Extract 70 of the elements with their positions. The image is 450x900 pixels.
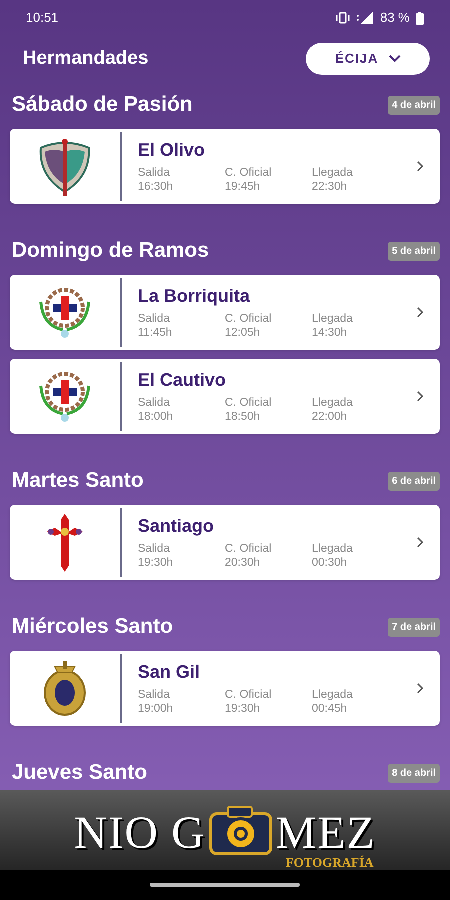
procession-card[interactable]: La Borriquita Salida 11:45h C. Oficial 12:05h Llegada 14:30h (10, 275, 440, 350)
time-label: Salida (138, 688, 171, 702)
time-label: Llegada (312, 312, 354, 326)
time-label: C. Oficial (225, 312, 273, 326)
time-value: 11:45h (138, 326, 174, 340)
vibrate-icon (336, 12, 350, 24)
time-label: Llegada (312, 396, 354, 410)
date-badge: 6 de abril (388, 472, 440, 490)
time-value: 18:50h (225, 410, 262, 424)
time-value: 00:45h (312, 702, 348, 716)
time-label: Salida (138, 542, 171, 556)
time-value: 22:00h (312, 410, 348, 424)
procession-name: El Olivo (138, 139, 206, 161)
procession-card[interactable]: El Olivo Salida 16:30h C. Oficial 19:45h Llegada 22:30h (10, 129, 440, 204)
chevron-right-icon (417, 391, 424, 402)
battery-icon (416, 12, 424, 24)
time-value: 19:45h (225, 180, 262, 194)
time-label: Llegada (312, 542, 354, 556)
time-label: C. Oficial (225, 396, 273, 410)
time-value: 12:05h (225, 326, 262, 340)
procession-card[interactable]: Santiago Salida 19:30h C. Oficial 20:30h Llegada 00:30h (10, 505, 440, 580)
procession-name: San Gil (138, 661, 202, 683)
home-indicator[interactable] (150, 883, 300, 887)
crest-icon (42, 658, 88, 718)
time-label: Llegada (312, 688, 354, 702)
camera-icon (208, 804, 274, 856)
chevron-down-icon (388, 55, 401, 63)
procession-name: El Cautivo (138, 369, 228, 391)
time-value: 19:30h (138, 556, 174, 570)
banner-subtitle: FOTOGRAFÍA (286, 854, 374, 872)
time-value: 19:00h (138, 702, 174, 716)
time-value: 14:30h (312, 326, 348, 340)
date-badge: 7 de abril (388, 618, 440, 636)
battery-percent: 83 % (380, 9, 410, 28)
procession-card[interactable]: El Cautivo Salida 18:00h C. Oficial 18:50h Llegada 22:00h (10, 359, 440, 434)
banner-text: MEZ (276, 810, 376, 856)
procession-name: La Borriquita (138, 285, 252, 307)
time-value: 22:30h (312, 180, 348, 194)
day-heading: Domingo de Ramos (12, 238, 210, 264)
time-label: Llegada (312, 166, 354, 180)
day-heading: Sábado de Pasión (12, 92, 193, 118)
chevron-right-icon (417, 683, 424, 694)
time-label: Salida (138, 396, 171, 410)
procession-name: Santiago (138, 515, 216, 537)
time-value: 19:30h (225, 702, 262, 716)
date-badge: 4 de abril (388, 96, 440, 114)
day-heading: Martes Santo (12, 468, 144, 494)
day-heading: Jueves Santo (12, 760, 148, 786)
time-value: 18:00h (138, 410, 174, 424)
procession-card[interactable]: San Gil Salida 19:00h C. Oficial 19:30h Llegada 00:45h (10, 651, 440, 726)
time-value: 00:30h (312, 556, 348, 570)
city-dropdown[interactable]: ÉCIJA (306, 43, 430, 75)
time-label: C. Oficial (225, 542, 273, 556)
clock: 10:51 (26, 9, 59, 28)
chevron-right-icon (417, 307, 424, 318)
banner-text: NIO G (74, 810, 206, 856)
ad-banner[interactable]: NIO G MEZ FOTOGRAFÍA (0, 790, 450, 870)
time-label: C. Oficial (225, 688, 273, 702)
time-label: Salida (138, 166, 171, 180)
time-value: 16:30h (138, 180, 174, 194)
page-title: Hermandades (23, 46, 149, 71)
date-badge: 8 de abril (388, 764, 440, 782)
chevron-right-icon (417, 537, 424, 548)
time-label: C. Oficial (225, 166, 273, 180)
time-value: 20:30h (225, 556, 262, 570)
day-heading: Miércoles Santo (12, 614, 174, 640)
signal-icon (356, 12, 374, 24)
time-label: Salida (138, 312, 171, 326)
chevron-right-icon (417, 161, 424, 172)
date-badge: 5 de abril (388, 242, 440, 260)
